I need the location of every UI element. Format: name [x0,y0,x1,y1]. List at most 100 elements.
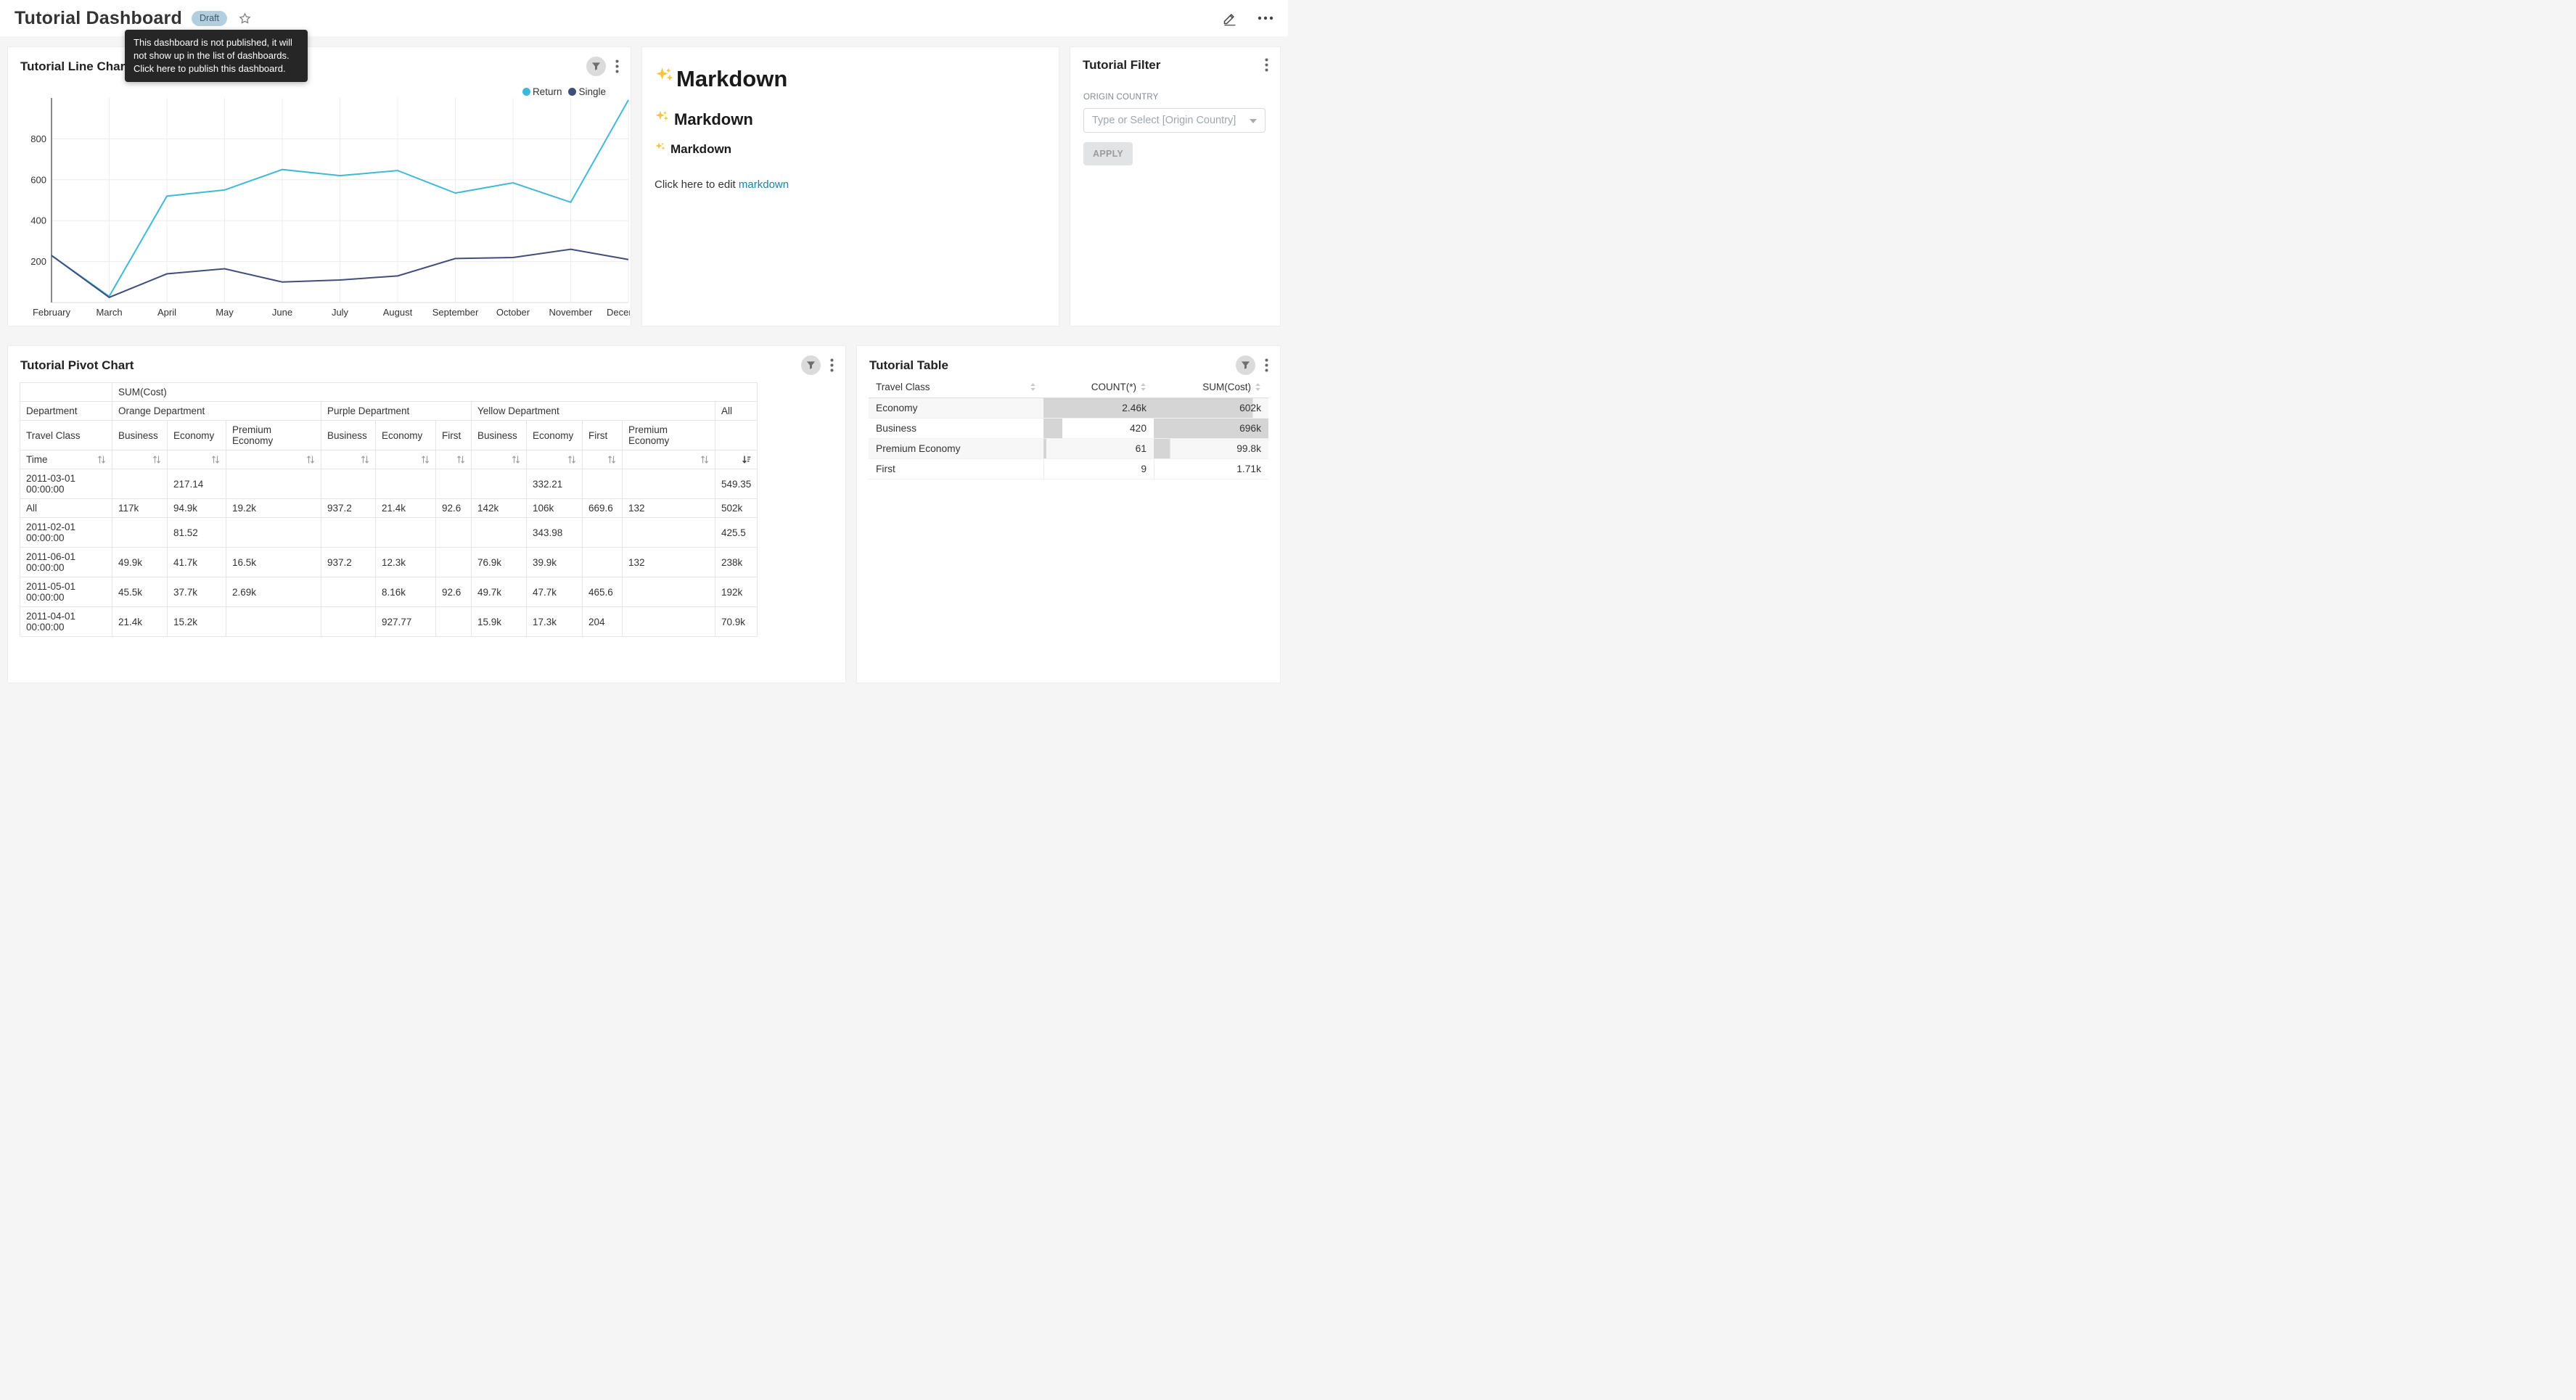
pivot-class-header: Premium Economy [226,421,321,450]
sort-both-icon [607,455,616,464]
pivot-cell: 47.7k [527,577,583,607]
more-vertical-icon[interactable] [1263,357,1270,374]
pivot-sort-button[interactable] [715,450,758,469]
sparkles-icon [655,141,666,157]
sum-cost-cell: 99.8k [1154,439,1268,459]
pivot-cell [436,548,472,577]
pivot-sort-button[interactable] [583,450,623,469]
pivot-cell: 16.5k [226,548,321,577]
pivot-row: 2011-04-01 00:00:0021.4k15.2k927.7715.9k… [20,607,758,637]
publish-tooltip[interactable]: This dashboard is not published, it will… [125,30,308,82]
apply-button[interactable]: APPLY [1083,142,1133,165]
markdown-edit-hint: Click here to edit markdown [655,178,1059,191]
pivot-cell [112,518,168,548]
pivot-cell [623,577,715,607]
markdown-heading-text: Markdown [676,66,787,92]
pivot-cell [226,469,321,499]
column-header-travel-class[interactable]: Travel Class [869,376,1043,398]
pivot-cell: 15.9k [472,607,527,637]
sort-both-icon [700,455,709,464]
filter-card: Tutorial Filter ORIGIN COUNTRY Type or S… [1070,46,1281,326]
pivot-group-header: Orange Department [112,402,321,421]
pivot-sort-button[interactable] [436,450,472,469]
pivot-sort-button[interactable] [168,450,226,469]
pivot-cell: 425.5 [715,518,758,548]
pivot-cell: 204 [583,607,623,637]
pivot-cell: 17.3k [527,607,583,637]
pivot-cell: 81.52 [168,518,226,548]
pivot-cell [112,469,168,499]
pivot-sort-button[interactable] [321,450,376,469]
pivot-cell: 70.9k [715,607,758,637]
pivot-sort-time[interactable]: Time [20,450,112,469]
svg-text:600: 600 [30,174,46,185]
pivot-class-header: Economy [376,421,436,450]
more-vertical-icon[interactable] [614,58,620,75]
markdown-heading-text: Markdown [674,110,753,129]
pivot-sort-button[interactable] [112,450,168,469]
svg-text:August: August [383,307,413,318]
origin-country-select[interactable]: Type or Select [Origin Country] [1083,108,1266,133]
card-actions [801,355,835,375]
sort-both-icon [361,455,369,464]
column-header-sum-cost[interactable]: SUM(Cost) [1154,376,1268,398]
pivot-cell [436,607,472,637]
filter-funnel-icon[interactable] [586,57,606,76]
pivot-cell: 2.69k [226,577,321,607]
pivot-class-header: Business [472,421,527,450]
pivot-group-header: Yellow Department [472,402,715,421]
svg-text:May: May [216,307,234,318]
pivot-cell [583,518,623,548]
pivot-cell: 8.16k [376,577,436,607]
pivot-cell: 49.7k [472,577,527,607]
pivot-subdimension-label: Travel Class [20,421,112,450]
table-row: First91.71k [869,459,1268,479]
pivot-cell: 927.77 [376,607,436,637]
pivot-sort-button[interactable] [527,450,583,469]
pivot-class-header: Business [112,421,168,450]
edit-pencil-icon[interactable] [1222,11,1237,26]
more-vertical-icon[interactable] [829,357,835,374]
svg-text:June: June [272,307,292,318]
line-chart-card: Tutorial Line Chart ReturnSingle Februar… [7,46,631,326]
filter-funnel-icon[interactable] [801,355,821,375]
pivot-class-header: Premium Economy [623,421,715,450]
draft-badge[interactable]: Draft [192,11,227,26]
filter-card-title: Tutorial Filter [1083,58,1160,73]
more-horizontal-icon[interactable] [1258,16,1273,20]
sparkles-icon [655,66,675,92]
select-placeholder: Type or Select [Origin Country] [1092,115,1236,126]
pivot-cell [321,577,376,607]
pivot-table: SUM(Cost)DepartmentOrange DepartmentPurp… [20,382,838,677]
pivot-cell [436,518,472,548]
pivot-sort-button[interactable] [376,450,436,469]
pivot-cell [623,518,715,548]
svg-text:200: 200 [30,256,46,267]
markdown-edit-link[interactable]: markdown [739,178,789,191]
sort-both-icon [152,455,161,464]
chevron-down-icon [1250,114,1257,127]
card-header: Tutorial Pivot Chart [8,346,845,375]
pivot-row: 2011-03-01 00:00:00217.14332.21549.35 [20,469,758,499]
pivot-row: 2011-06-01 00:00:0049.9k41.7k16.5k937.21… [20,548,758,577]
filter-funnel-icon[interactable] [1236,355,1255,375]
header-actions [1222,11,1273,26]
more-vertical-icon[interactable] [1263,57,1270,73]
pivot-sort-button[interactable] [472,450,527,469]
pivot-cell: 937.2 [321,499,376,518]
favorite-star-icon[interactable] [238,12,252,25]
svg-text:December: December [607,307,630,318]
line-chart[interactable]: FebruaryMarchAprilMayJuneJulyAugustSepte… [17,92,630,321]
pivot-cell: 669.6 [583,499,623,518]
markdown-heading-3: Markdown [655,141,1059,157]
sum-cost-cell: 602k [1154,398,1268,419]
pivot-sort-button[interactable] [226,450,321,469]
caret-sort-icon [1255,382,1261,392]
pivot-group-header: Purple Department [321,402,472,421]
pivot-cell [226,518,321,548]
pivot-sort-button[interactable] [623,450,715,469]
count-cell: 61 [1043,439,1154,459]
column-header-count[interactable]: COUNT(*) [1043,376,1154,398]
pivot-cell [583,469,623,499]
pivot-cell: 132 [623,548,715,577]
